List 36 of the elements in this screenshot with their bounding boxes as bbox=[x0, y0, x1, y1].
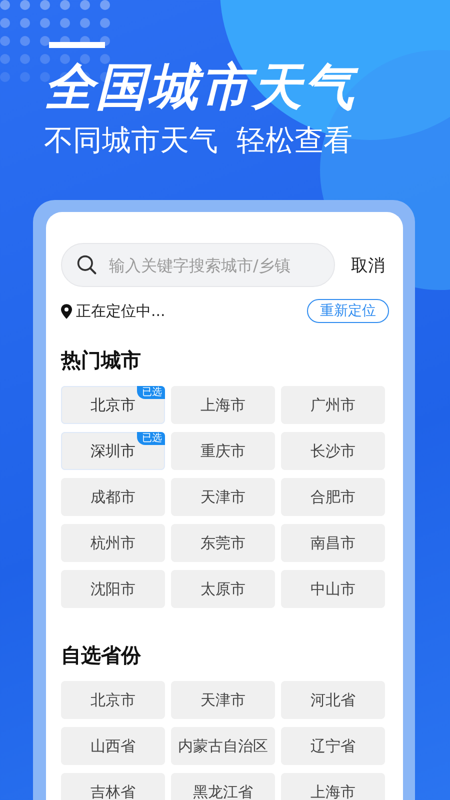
city-chip[interactable]: 内蒙古自治区 bbox=[171, 727, 275, 765]
city-chip[interactable]: 河北省 bbox=[281, 681, 385, 719]
section-title: 自选省份 bbox=[61, 642, 142, 668]
city-chip[interactable]: 山西省 bbox=[61, 727, 165, 765]
city-chip[interactable]: 重庆市 bbox=[171, 432, 275, 470]
selected-badge: 已选 bbox=[137, 386, 165, 399]
city-chip[interactable]: 东莞市 bbox=[171, 524, 275, 562]
city-chip[interactable]: 辽宁省 bbox=[281, 727, 385, 765]
city-chip[interactable]: 中山市 bbox=[281, 570, 385, 608]
city-chip[interactable]: 北京市 bbox=[61, 681, 165, 719]
city-chip[interactable]: 太原市 bbox=[171, 570, 275, 608]
city-chip[interactable]: 吉林省 bbox=[61, 773, 165, 800]
city-chip[interactable]: 合肥市 bbox=[281, 478, 385, 516]
city-chip[interactable]: 广州市 bbox=[281, 386, 385, 424]
city-chip[interactable]: 长沙市 bbox=[281, 432, 385, 470]
city-chip[interactable]: 上海市 bbox=[171, 386, 275, 424]
title-accent-bar bbox=[49, 42, 105, 48]
banner-title: 全国城市天气 bbox=[44, 56, 450, 118]
banner-subtitle: 不同城市天气 轻松查看 bbox=[44, 122, 354, 159]
cancel-button[interactable]: 取消 bbox=[351, 254, 385, 276]
city-chip[interactable]: 成都市 bbox=[61, 478, 165, 516]
selected-badge: 已选 bbox=[137, 432, 165, 445]
city-chip[interactable]: 上海市 bbox=[281, 773, 385, 800]
search-field[interactable]: 输入关键字搜索城市/乡镇 bbox=[61, 243, 335, 287]
city-chip[interactable]: 深圳市 已选 bbox=[61, 432, 165, 470]
location-status: 正在定位中... bbox=[76, 302, 166, 320]
city-chip[interactable]: 北京市 已选 bbox=[61, 386, 165, 424]
city-chip[interactable]: 天津市 bbox=[171, 478, 275, 516]
city-chip[interactable]: 黑龙江省 bbox=[171, 773, 275, 800]
location-pin-icon bbox=[61, 304, 72, 318]
section-title: 热门城市 bbox=[61, 347, 142, 373]
city-chip[interactable]: 南昌市 bbox=[281, 524, 385, 562]
city-chip[interactable]: 杭州市 bbox=[61, 524, 165, 562]
city-chip[interactable]: 沈阳市 bbox=[61, 570, 165, 608]
search-icon bbox=[76, 254, 98, 276]
city-chip[interactable]: 天津市 bbox=[171, 681, 275, 719]
